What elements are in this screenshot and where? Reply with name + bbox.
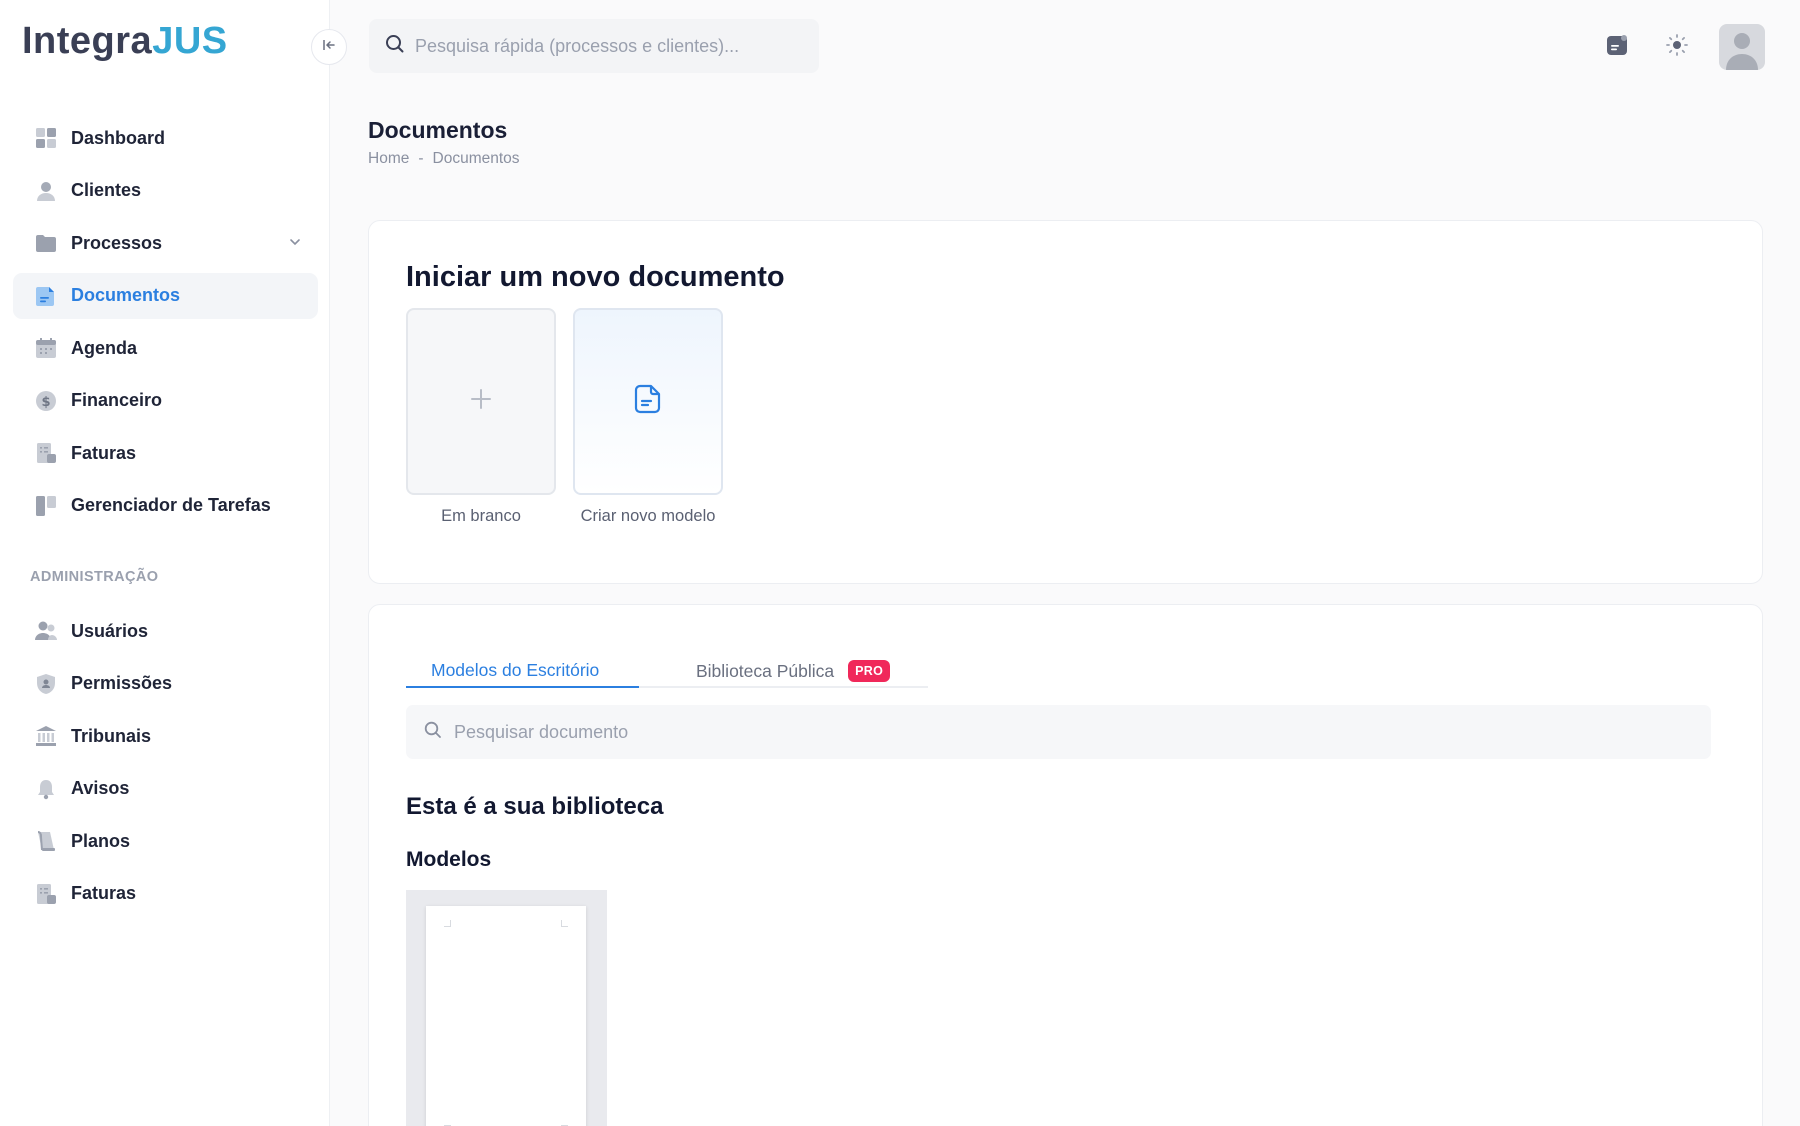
tab-biblioteca-publica[interactable]: Biblioteca Pública PRO — [696, 660, 891, 682]
folder-icon — [35, 232, 57, 254]
sidebar-item-label: Agenda — [71, 337, 138, 358]
sidebar-item-processos[interactable]: Processos — [13, 220, 318, 266]
logo-text-secondary: JUS — [152, 20, 228, 62]
sidebar-item-label: Planos — [71, 830, 131, 851]
pro-badge: PRO — [848, 660, 891, 682]
sidebar-item-label: Gerenciador de Tarefas — [71, 495, 271, 515]
new-model-tile[interactable] — [573, 308, 723, 495]
search-icon — [424, 721, 442, 744]
sidebar-item-avisos[interactable]: Avisos — [13, 766, 318, 812]
sidebar-item-faturas[interactable]: Faturas — [13, 430, 318, 476]
theme-toggle-button[interactable] — [1655, 25, 1699, 69]
search-icon — [385, 34, 405, 59]
models-heading: Modelos — [406, 848, 492, 871]
sidebar-item-gerenciador-de-tarefas[interactable]: Gerenciador de Tarefas — [13, 483, 318, 529]
sidebar: IntegraJUS Dashboard Clientes Processos — [0, 0, 330, 1126]
sidebar-item-label: Faturas — [71, 442, 137, 463]
document-search-input[interactable] — [454, 721, 1654, 743]
dollar-icon: $ — [35, 390, 57, 412]
page-corner-mark — [444, 920, 451, 927]
tab-label: Biblioteca Pública — [696, 660, 835, 681]
sidebar-item-label: Dashboard — [71, 127, 166, 148]
sidebar-item-usuarios[interactable]: Usuários — [13, 608, 318, 654]
bell-icon — [35, 778, 57, 800]
notes-button[interactable] — [1595, 25, 1639, 69]
admin-nav: Usuários Permissões Tribunais Avisos Pla… — [13, 608, 318, 923]
library-card: Modelos do Escritório Biblioteca Pública… — [368, 604, 1763, 1126]
sidebar-item-clientes[interactable]: Clientes — [13, 168, 318, 214]
sidebar-item-label: Tribunais — [71, 725, 152, 746]
sidebar-item-agenda[interactable]: Agenda — [13, 325, 318, 371]
library-tabs: Modelos do Escritório Biblioteca Pública… — [406, 645, 928, 688]
note-icon — [1606, 34, 1628, 61]
sidebar-item-label: Clientes — [71, 180, 142, 200]
document-icon — [35, 285, 57, 307]
library-heading: Esta é a sua biblioteca — [406, 793, 664, 820]
main-nav: Dashboard Clientes Processos Documentos — [13, 115, 318, 535]
breadcrumb: Home - Documentos — [368, 150, 520, 168]
breadcrumb-home-link[interactable]: Home — [368, 150, 409, 168]
kanban-icon — [35, 495, 57, 517]
new-model-label: Criar novo modelo — [580, 507, 716, 525]
grid-icon — [35, 127, 57, 149]
breadcrumb-current: Documentos — [432, 150, 520, 167]
scroll-icon — [35, 830, 57, 852]
arrow-collapse-left-icon — [322, 38, 336, 56]
sidebar-item-faturas-admin[interactable]: Faturas — [13, 871, 318, 917]
svg-text:$: $ — [41, 395, 50, 410]
user-icon — [35, 180, 57, 202]
quick-search-bar[interactable] — [369, 19, 819, 73]
document-search-bar[interactable] — [406, 705, 1711, 759]
court-icon — [35, 725, 57, 747]
new-document-title: Iniciar um novo documento — [406, 261, 785, 293]
topbar-actions — [1579, 24, 1765, 70]
model-thumbnail[interactable] — [406, 890, 607, 1126]
sidebar-item-label: Permissões — [71, 673, 173, 693]
sidebar-item-dashboard[interactable]: Dashboard — [13, 115, 318, 161]
new-document-card: Iniciar um novo documento Em branco Cria… — [368, 220, 1763, 584]
sidebar-item-planos[interactable]: Planos — [13, 818, 318, 864]
page-title: Documentos — [368, 117, 508, 143]
active-tab-indicator — [406, 686, 639, 688]
admin-section-title: ADMINISTRAÇÃO — [30, 569, 159, 585]
chevron-down-icon[interactable] — [288, 235, 302, 254]
sidebar-collapse-button[interactable] — [311, 29, 347, 65]
invoice-icon — [35, 442, 57, 464]
calendar-icon — [35, 337, 57, 359]
app-logo[interactable]: IntegraJUS — [22, 20, 228, 63]
sidebar-item-financeiro[interactable]: $ Financeiro — [13, 378, 318, 424]
quick-search-input[interactable] — [415, 35, 795, 57]
logo-text-primary: Integra — [22, 20, 153, 62]
shield-user-icon — [35, 673, 57, 695]
blank-document-tile[interactable] — [406, 308, 556, 495]
sidebar-item-permissoes[interactable]: Permissões — [13, 661, 318, 707]
sidebar-item-label: Financeiro — [71, 390, 163, 410]
invoice-icon — [35, 883, 57, 905]
model-page-preview — [426, 906, 586, 1126]
user-avatar[interactable] — [1719, 24, 1765, 70]
tab-modelos-do-escritorio[interactable]: Modelos do Escritório — [431, 660, 599, 681]
blank-document-label: Em branco — [441, 507, 521, 525]
breadcrumb-separator: - — [418, 150, 424, 167]
document-add-icon — [632, 383, 664, 420]
sidebar-item-label: Processos — [71, 232, 163, 253]
sidebar-item-label: Usuários — [71, 620, 149, 641]
sidebar-item-label: Avisos — [71, 778, 130, 798]
page-corner-mark — [561, 920, 568, 927]
sidebar-item-label: Faturas — [71, 883, 137, 903]
sun-icon — [1665, 33, 1689, 62]
sidebar-item-label: Documentos — [71, 285, 181, 305]
sidebar-item-tribunais[interactable]: Tribunais — [13, 713, 318, 759]
sidebar-item-documentos[interactable]: Documentos — [13, 272, 318, 319]
plus-icon — [468, 386, 494, 417]
users-icon — [35, 620, 57, 642]
